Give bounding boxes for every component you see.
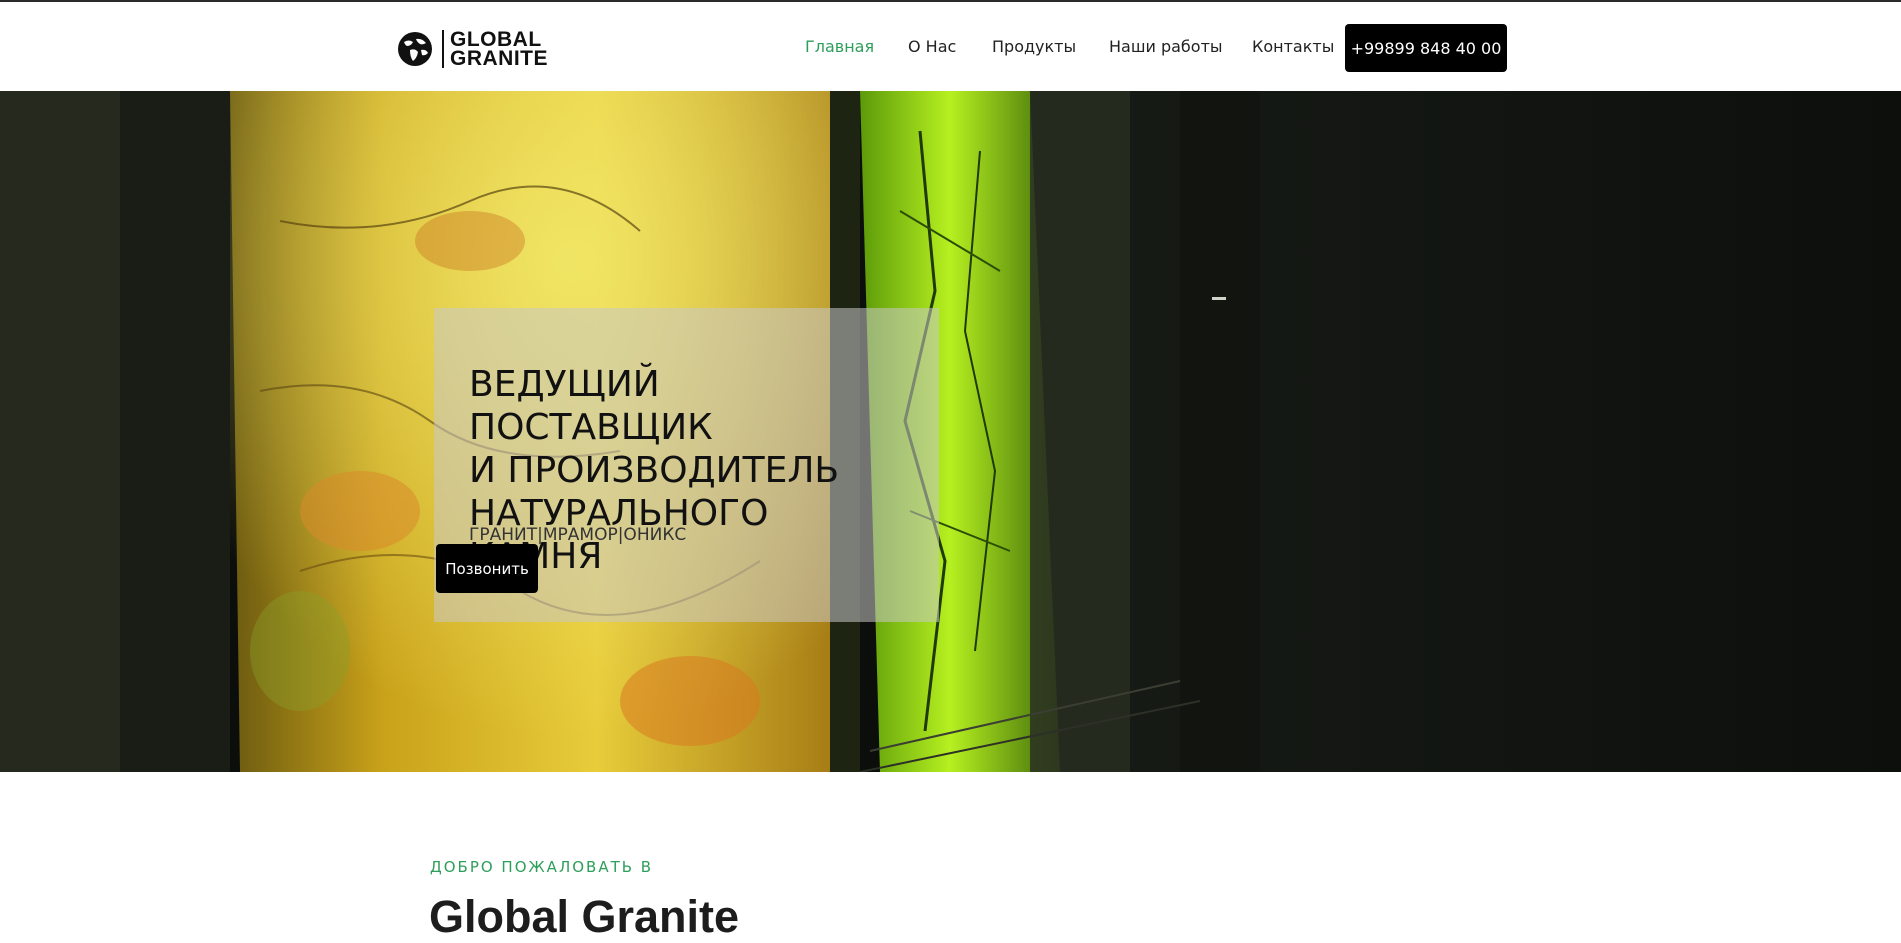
nav-item-works[interactable]: Наши работы (1109, 36, 1223, 58)
logo[interactable]: GLOBAL GRANITE (396, 28, 548, 70)
logo-line-2: GRANITE (450, 47, 548, 70)
globe-icon (398, 32, 432, 66)
nav-item-contacts[interactable]: Контакты (1252, 36, 1334, 58)
welcome-kicker: ДОБРО ПОЖАЛОВАТЬ В (430, 858, 654, 876)
phone-button[interactable]: +99899 848 40 00 (1345, 24, 1507, 72)
call-button[interactable]: Позвонить (436, 544, 538, 593)
hero-background-image (0, 91, 1901, 772)
logo-wordmark: GLOBAL GRANITE (442, 29, 548, 70)
nav-item-about[interactable]: О Нас (908, 36, 956, 58)
nav-item-products[interactable]: Продукты (992, 36, 1076, 58)
hero-banner: ВЕДУЩИЙ ПОСТАВЩИК И ПРОИЗВОДИТЕЛЬ НАТУРА… (0, 91, 1901, 772)
hero-headline-line-1: ВЕДУЩИЙ ПОСТАВЩИК (469, 364, 713, 448)
welcome-title: Global Granite (429, 891, 740, 942)
hero-headline-line-2: И ПРОИЗВОДИТЕЛЬ (469, 450, 840, 491)
nav-item-home[interactable]: Главная (805, 36, 874, 58)
hero-product-tags: ГРАНИТ|МРАМОР|ОНИКС (469, 525, 687, 545)
site-header: GLOBAL GRANITE Главная О Нас Продукты На… (0, 2, 1901, 91)
